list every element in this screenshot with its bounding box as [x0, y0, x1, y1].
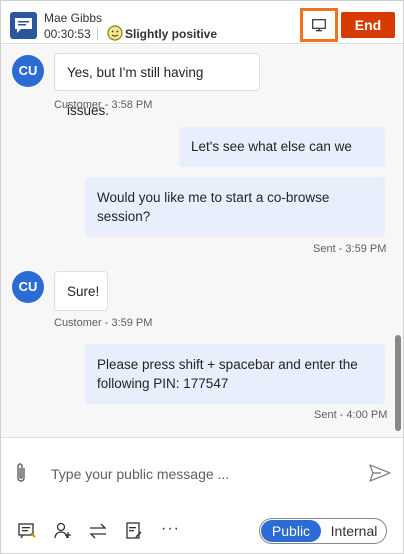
message-meta: Customer - 3:59 PM	[54, 317, 153, 329]
add-person-icon[interactable]	[53, 521, 75, 543]
message-composer: ··· Public Internal	[1, 437, 403, 553]
scrollbar-thumb[interactable]	[395, 335, 401, 431]
visibility-toggle[interactable]: Public Internal	[259, 518, 387, 544]
end-conversation-button[interactable]: End	[341, 12, 395, 38]
conversation-panel: Mae Gibbs 00:30:53 Slightly positive End	[0, 0, 404, 554]
smiley-icon	[107, 25, 123, 44]
customer-message: Sure!	[54, 271, 108, 311]
quick-reply-icon[interactable]	[17, 521, 39, 543]
more-options-button[interactable]: ···	[161, 520, 180, 538]
sentiment-label: Slightly positive	[125, 27, 218, 41]
customer-name: Mae Gibbs	[44, 11, 103, 25]
agent-message: Let's see what else can we do.	[179, 127, 385, 194]
paperclip-icon[interactable]	[15, 462, 27, 487]
conversation-header: Mae Gibbs 00:30:53 Slightly positive End	[1, 1, 403, 44]
customer-avatar: CU	[12, 271, 44, 303]
agent-message: Would you like me to start a co-browse s…	[85, 177, 385, 237]
transfer-icon[interactable]	[88, 521, 110, 543]
internal-option[interactable]: Internal	[324, 520, 384, 542]
message-list[interactable]: CU Yes, but I'm still having issues. Cus…	[1, 45, 403, 437]
customer-message: Yes, but I'm still having issues.	[54, 53, 260, 118]
message-meta: Customer - 3:58 PM	[54, 99, 153, 111]
header-divider	[97, 28, 98, 40]
send-icon[interactable]	[369, 464, 391, 485]
chat-icon	[10, 12, 37, 39]
session-timer: 00:30:53	[44, 27, 91, 41]
message-input[interactable]	[51, 463, 351, 485]
public-option[interactable]: Public	[261, 520, 321, 542]
agent-message: Please press shift + spacebar and enter …	[85, 344, 385, 404]
note-icon[interactable]	[124, 521, 146, 543]
customer-avatar: CU	[12, 55, 44, 87]
screen-share-button[interactable]	[300, 8, 338, 42]
message-meta: Sent - 4:00 PM	[314, 409, 388, 421]
message-meta: Sent - 3:59 PM	[313, 243, 387, 255]
